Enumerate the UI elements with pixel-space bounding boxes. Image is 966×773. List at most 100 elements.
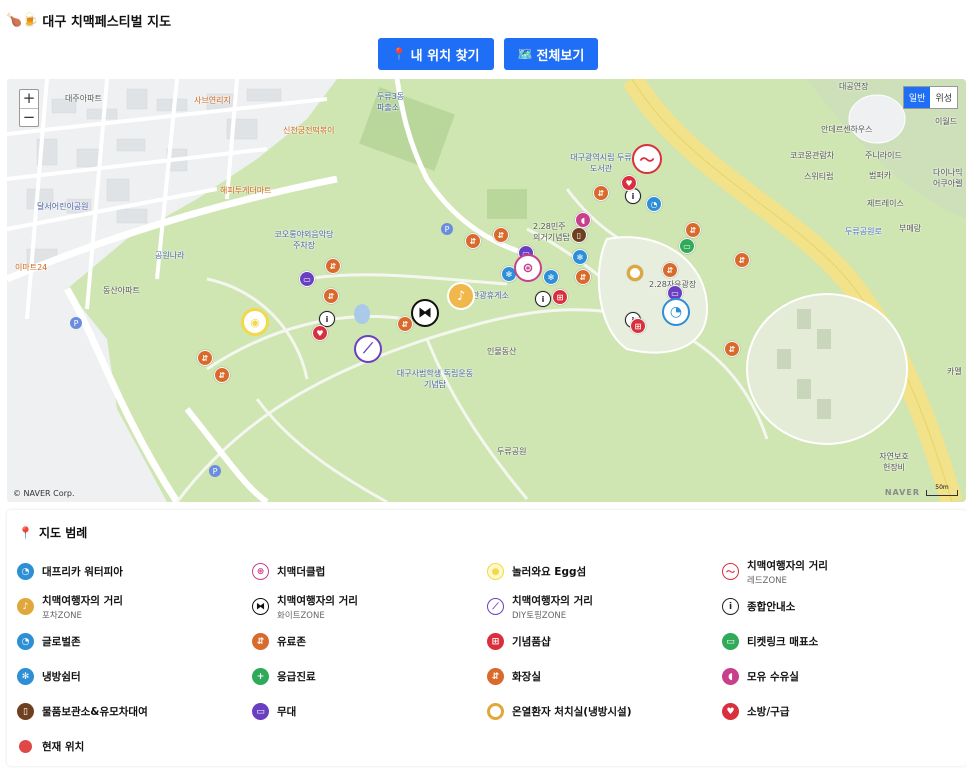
zoom-out-button[interactable]: − [20, 108, 38, 126]
diy-zone-icon: ⟋ [487, 598, 504, 615]
restroom-icon: ⇵ [487, 668, 504, 685]
legend-item-name: 종합안내소 [747, 601, 796, 613]
svg-text:P: P [213, 467, 218, 476]
stage-marker[interactable]: ▭ [299, 271, 315, 287]
info-marker[interactable]: i [535, 291, 551, 307]
white-zone-icon: ⧓ [252, 598, 269, 615]
legend-item-text: 소방/구급 [747, 704, 789, 719]
egg-island-marker[interactable]: ◉ [241, 308, 269, 336]
legend-item-name: 소방/구급 [747, 706, 790, 718]
legend-item-text: 치맥여행자의 거리 레드ZONE [747, 558, 828, 586]
restroom-marker[interactable]: ⇵ [493, 227, 509, 243]
legend-item: i 종합안내소 [722, 589, 947, 624]
map-label: 공원나라 [155, 251, 185, 260]
global-zone-marker[interactable]: ◔ [646, 196, 662, 212]
map-label: 해피투게더마트 [220, 186, 272, 195]
restroom-marker[interactable]: ⇵ [685, 222, 701, 238]
fire-rescue-marker[interactable]: ♥ [312, 325, 328, 341]
map-label: 관광휴게소 [472, 291, 509, 300]
legend-item-text: 온열환자 처치실(냉방시설) [512, 704, 632, 719]
restroom-marker[interactable]: ⇵ [214, 367, 230, 383]
legend-item: ⊛ 치맥더클럽 [252, 554, 487, 589]
legend-item: 현재 위치 [17, 729, 252, 764]
legend-item: ⊞ 기념품샵 [487, 624, 722, 659]
fire-rescue-icon: ♥ [722, 703, 739, 720]
legend-item: ⧓ 치맥여행자의 거리 화이트ZONE [252, 589, 487, 624]
legend-item-name: 기념품샵 [512, 636, 551, 648]
pocha-zone-marker[interactable]: ♪ [447, 282, 475, 310]
restroom-marker[interactable]: ⇵ [465, 233, 481, 249]
map-view[interactable]: P P P 대주아파트 사브연리지 신천궁전떡볶이 두류3동 파출소 해피투게더… [7, 79, 966, 502]
map-label: 코코몽관람차 [790, 151, 835, 160]
page-title-text: 대구 치맥페스티벌 지도 [42, 15, 172, 30]
restroom-marker[interactable]: ⇵ [575, 269, 591, 285]
map-label: 자연보호 헌장비 [879, 452, 909, 472]
ticket-marker[interactable]: ▭ [679, 238, 695, 254]
legend-title: 📍 지도 범례 [18, 524, 87, 541]
legend-item-text: 치맥여행자의 거리포차ZONE [42, 593, 123, 621]
current-location-icon [19, 740, 32, 753]
restroom-marker[interactable]: ⇵ [197, 350, 213, 366]
legend-item-name: 글로벌존 [42, 636, 81, 648]
map-label: 부메랑 [899, 224, 922, 233]
map-type-satellite[interactable]: 위성 [930, 87, 957, 108]
overview-label: 전체보기 [536, 48, 585, 64]
legend-item: ◖ 모유 수유실 [722, 659, 947, 694]
legend-item-name: 치맥여행자의 거리 [42, 594, 123, 607]
map-type-toggle: 일반 위성 [902, 86, 958, 109]
map-label: 주니라이드 [865, 151, 902, 160]
cooling-shelter-marker[interactable]: ✻ [572, 249, 588, 265]
legend-item-text: 치맥더클럽 [277, 564, 325, 579]
page-title: 🍗🍺 대구 치맥페스티벌 지도 [6, 11, 171, 30]
map-label: 두류공원 [497, 447, 527, 456]
legend-item-name: 치맥여행자의 거리 [747, 559, 828, 572]
legend-item-text: 기념품샵 [512, 634, 551, 649]
map-label: 두류3동 파출소 [377, 92, 405, 112]
map-label: 안데르센하우스 [821, 125, 873, 134]
map-label: 달서어린이공원 [37, 202, 89, 211]
legend-item-sub: DIY토핑ZONE [512, 610, 567, 621]
restroom-marker[interactable]: ⇵ [734, 252, 750, 268]
red-zone-marker[interactable]: 〜 [632, 144, 662, 174]
paid-zone-icon: ⇵ [252, 633, 269, 650]
locate-me-label: 내 위치 찾기 [410, 48, 480, 64]
map-label: 2.28민주 의거기념탑 [533, 222, 570, 242]
map-label: 인물동산 [487, 347, 517, 356]
zoom-in-button[interactable]: + [20, 90, 38, 108]
legend-item: + 응급진료 [252, 659, 487, 694]
paid-zone-marker[interactable]: ⇵ [662, 262, 678, 278]
restroom-marker[interactable]: ⇵ [325, 258, 341, 274]
club-marker[interactable]: ⊛ [514, 254, 542, 282]
legend-item: ⇵ 유료존 [252, 624, 487, 659]
gift-shop-marker[interactable]: ⊞ [552, 289, 568, 305]
locker-marker[interactable]: ▯ [571, 227, 587, 243]
restroom-marker[interactable]: ⇵ [593, 185, 609, 201]
legend-item-text: 치맥여행자의 거리 DIY토핑ZONE [512, 593, 593, 621]
overview-button[interactable]: 🗺️ 전체보기 [503, 38, 599, 70]
cooling-shelter-marker[interactable]: ✻ [543, 269, 559, 285]
map-label: 이월드 [935, 117, 958, 126]
map-label: 범퍼카 [869, 171, 892, 180]
legend-item-text: 현재 위치 [42, 739, 84, 754]
water-park-marker[interactable]: ◔ [662, 298, 690, 326]
legend-item-sub: 포차ZONE [42, 610, 82, 621]
white-zone-marker[interactable]: ⧓ [411, 299, 439, 327]
legend-item-name: 모유 수유실 [747, 671, 799, 683]
nursing-room-marker[interactable]: ◖ [575, 212, 591, 228]
red-zone-icon: 〜 [722, 563, 739, 580]
legend-item: ▭ 티켓링크 매표소 [722, 624, 947, 659]
restroom-marker[interactable]: ⇵ [397, 316, 413, 332]
map-type-normal[interactable]: 일반 [903, 87, 931, 108]
map-label: 스위티럽 [804, 172, 834, 181]
locate-me-button[interactable]: 📍 내 위치 찾기 [377, 38, 494, 70]
gift-shop-marker[interactable]: ⊞ [630, 318, 646, 334]
restroom-marker[interactable]: ⇵ [323, 288, 339, 304]
legend-item-text: 물품보관소&유모차대여 [42, 704, 148, 719]
restroom-marker[interactable]: ⇵ [724, 341, 740, 357]
legend-item-text: 글로벌존 [42, 634, 81, 649]
heat-care-marker[interactable] [627, 265, 643, 281]
egg-icon: ● [487, 563, 504, 580]
heat-care-icon [487, 703, 504, 720]
diy-zone-marker[interactable]: ⟋ [354, 335, 382, 363]
fire-rescue-marker[interactable]: ♥ [621, 175, 637, 191]
